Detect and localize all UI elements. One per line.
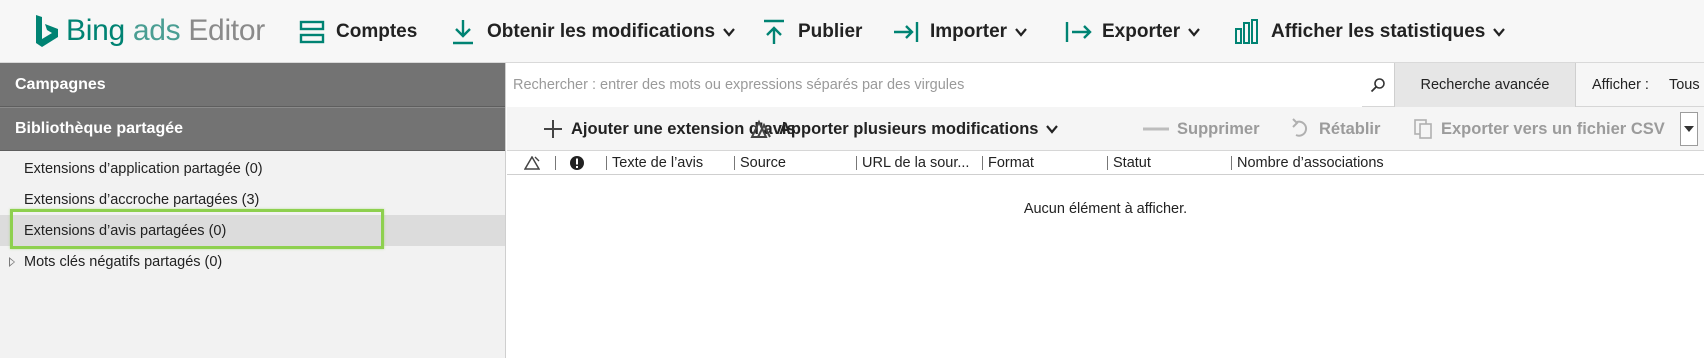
upload-icon (760, 18, 788, 46)
search-bar: Recherche avancée Afficher : Tous (507, 63, 1704, 107)
multi-edit-button[interactable]: Apporter plusieurs modifications (749, 107, 1059, 151)
multi-edit-icon (749, 117, 773, 141)
column-association-count[interactable]: Nombre d’associations (1231, 151, 1431, 175)
column-review-text[interactable]: Texte de l’avis (606, 151, 721, 175)
column-status[interactable]: Statut (1107, 151, 1229, 175)
show-filter-label: Afficher : (1592, 76, 1649, 93)
sidebar-item-shared-app-extensions[interactable]: Extensions d’application partagée (0) (0, 153, 505, 184)
delete-label: Supprimer (1177, 119, 1260, 138)
action-toolbar: Ajouter une extension d’avis Apporter pl… (507, 107, 1704, 151)
chevron-down-icon (723, 27, 735, 37)
plus-icon (541, 117, 565, 141)
bar-chart-icon (1233, 18, 1261, 46)
column-warning[interactable] (524, 151, 540, 175)
sidebar-item-shared-negative-keywords[interactable]: Mots clés négatifs partagés (0) (0, 246, 505, 277)
chevron-down-icon (1046, 125, 1059, 134)
campaigns-header[interactable]: Campagnes (0, 63, 505, 107)
minus-icon (1141, 117, 1171, 141)
chevron-down-icon (1493, 27, 1506, 37)
download-icon (449, 18, 477, 46)
error-icon (570, 156, 584, 170)
column-label: Format (988, 155, 1034, 171)
accounts-label: Comptes (336, 20, 418, 42)
accounts-icon (298, 18, 326, 46)
multi-edit-label: Apporter plusieurs modifications (779, 119, 1039, 138)
publish-button[interactable]: Publier (760, 0, 862, 63)
column-label: Texte de l’avis (612, 155, 704, 171)
search-icon[interactable] (1362, 63, 1394, 107)
shared-library-header[interactable]: Bibliothèque partagée (0, 107, 505, 151)
sidebar-item-shared-review-extensions[interactable]: Extensions d’avis partagées (0) (0, 215, 505, 246)
column-label: URL de la sour... (862, 155, 970, 171)
column-source[interactable]: Source (734, 151, 844, 175)
left-navigation-panel: Campagnes Bibliothèque partagée Extensio… (0, 63, 506, 358)
column-label: Source (740, 155, 786, 171)
advanced-search-button[interactable]: Recherche avancée (1394, 63, 1576, 107)
restore-label: Rétablir (1319, 119, 1381, 138)
shared-library-list: Extensions d’application partagée (0) Ex… (0, 151, 505, 277)
chevron-down-icon (1188, 27, 1200, 37)
column-label: Nombre d’associations (1237, 155, 1384, 171)
import-label: Importer (930, 20, 1008, 42)
accounts-button[interactable]: Comptes (298, 0, 417, 63)
export-label: Exporter (1102, 20, 1181, 42)
publish-label: Publier (798, 20, 863, 42)
bing-ads-editor-logo: Bing ads Editor (34, 11, 272, 51)
main-content-panel: Recherche avancée Afficher : Tous Ajoute… (507, 63, 1704, 358)
column-format[interactable]: Format (982, 151, 1102, 175)
expand-arrow-icon[interactable] (9, 257, 15, 267)
export-csv-label: Exporter vers un fichier CSV (1441, 119, 1665, 138)
export-icon (1064, 18, 1092, 46)
restore-button[interactable]: Rétablir (1289, 107, 1380, 151)
statistics-button[interactable]: Afficher les statistiques (1233, 0, 1506, 63)
logo-ads-text: ads (132, 14, 181, 47)
export-button[interactable]: Exporter (1064, 0, 1200, 63)
top-toolbar: Bing ads Editor Comptes Obtenir les modifi… (0, 0, 1704, 63)
sidebar-item-label: Extensions d’accroche partagées (3) (24, 191, 260, 208)
statistics-label: Afficher les statistiques (1271, 20, 1486, 42)
show-filter-value: Tous (1668, 76, 1700, 93)
delete-button[interactable]: Supprimer (1141, 107, 1260, 151)
sidebar-item-label: Extensions d’avis partagées (0) (24, 222, 227, 239)
sidebar-item-label: Extensions d’application partagée (0) (24, 160, 263, 177)
grid-header: Texte de l’avis Source URL de la sour...… (507, 151, 1704, 175)
warning-triangle-icon (524, 156, 540, 170)
sidebar-item-label: Mots clés négatifs partagés (0) (24, 253, 223, 270)
copy-file-icon (1411, 117, 1435, 141)
logo-editor-text: Editor (188, 14, 265, 47)
empty-grid-message: Aucun élément à afficher. (1023, 201, 1188, 217)
import-button[interactable]: Importer (892, 0, 1027, 63)
column-source-url[interactable]: URL de la sour... (856, 151, 979, 175)
chevron-down-icon (1015, 27, 1027, 37)
import-icon (892, 18, 920, 46)
column-label: Statut (1113, 155, 1151, 171)
get-changes-button[interactable]: Obtenir les modifications (449, 0, 735, 63)
more-actions-dropdown[interactable] (1680, 112, 1698, 146)
sidebar-item-shared-callout-extensions[interactable]: Extensions d’accroche partagées (3) (0, 184, 505, 215)
show-filter[interactable]: Afficher : Tous (1576, 63, 1704, 106)
bing-logo-icon (36, 15, 58, 47)
export-csv-button[interactable]: Exporter vers un fichier CSV (1411, 107, 1665, 151)
column-error[interactable] (555, 151, 585, 175)
get-changes-label: Obtenir les modifications (487, 20, 716, 42)
caret-down-icon (1684, 126, 1694, 132)
logo-bing-text: Bing (66, 14, 125, 47)
undo-icon (1289, 117, 1313, 141)
search-input[interactable] (507, 63, 1362, 107)
